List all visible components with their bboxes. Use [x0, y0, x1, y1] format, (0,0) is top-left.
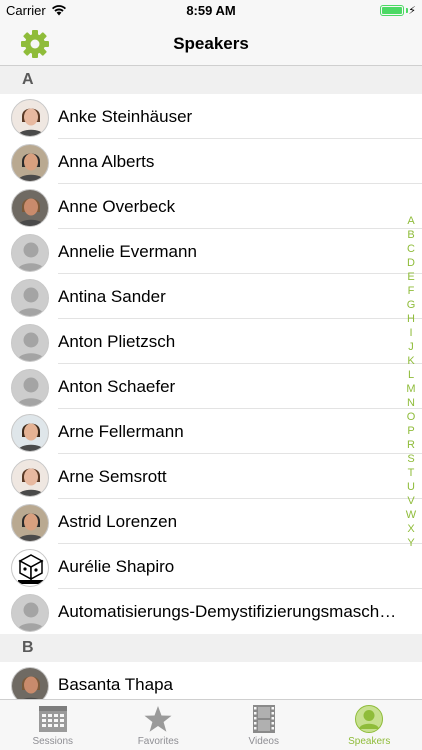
speaker-row[interactable]: Astrid Lorenzen	[0, 499, 422, 544]
avatar-placeholder-icon	[11, 234, 49, 272]
index-letter[interactable]: Y	[404, 536, 418, 550]
index-letter[interactable]: X	[404, 522, 418, 536]
speaker-name: Aurélie Shapiro	[58, 557, 175, 576]
speaker-name: Anna Alberts	[58, 152, 155, 171]
speaker-name: Anton Schaefer	[58, 377, 176, 396]
index-letter[interactable]: J	[404, 340, 418, 354]
speaker-row[interactable]: Automatisierungs-Demystifizierungsmaschi…	[0, 589, 422, 634]
index-letter[interactable]: B	[404, 228, 418, 242]
charging-icon: ⚡	[408, 5, 416, 17]
page-title: Speakers	[173, 34, 249, 53]
tab-speakers[interactable]: Speakers	[317, 700, 422, 750]
status-bar: Carrier 8:59 AM ⚡	[0, 0, 422, 22]
avatar	[11, 667, 49, 699]
speaker-row[interactable]: Anton Plietzsch	[0, 319, 422, 364]
tab-sessions[interactable]: Sessions	[0, 700, 106, 750]
speaker-name: Astrid Lorenzen	[58, 512, 178, 531]
index-letter[interactable]: C	[404, 242, 418, 256]
index-letter[interactable]: H	[404, 312, 418, 326]
calendar-icon	[38, 706, 67, 732]
avatar	[11, 99, 49, 137]
tab-bar: Sessions Favorites Videos Speakers	[0, 699, 422, 750]
avatar	[11, 144, 49, 182]
index-letter[interactable]: L	[404, 368, 418, 382]
index-letter[interactable]: M	[404, 382, 418, 396]
speaker-row[interactable]: Basanta Thapa	[0, 662, 422, 699]
speaker-name: Automatisierungs-Demystifizierungsmaschi…	[58, 602, 398, 621]
index-letter[interactable]: N	[404, 396, 418, 410]
section-index[interactable]: ABCDEFGHIJKLMNOPRSTUVWXY	[404, 214, 418, 550]
index-letter[interactable]: V	[404, 494, 418, 508]
speaker-row[interactable]: Antina Sander	[0, 274, 422, 319]
speaker-row[interactable]: Anne Overbeck	[0, 184, 422, 229]
speaker-name: Anke Steinhäuser	[58, 107, 193, 126]
index-letter[interactable]: O	[404, 410, 418, 424]
speaker-name: Arne Semsrott	[58, 467, 167, 486]
index-letter[interactable]: I	[404, 326, 418, 340]
avatar-placeholder-icon	[11, 369, 49, 407]
speaker-name: Anne Overbeck	[58, 197, 176, 216]
speaker-row[interactable]: Annelie Evermann	[0, 229, 422, 274]
speaker-name: Basanta Thapa	[58, 675, 173, 694]
tab-videos[interactable]: Videos	[211, 700, 317, 750]
index-letter[interactable]: P	[404, 424, 418, 438]
person-icon	[355, 705, 384, 733]
index-letter[interactable]: E	[404, 270, 418, 284]
battery-icon	[380, 5, 404, 16]
tab-favorites[interactable]: Favorites	[106, 700, 212, 750]
speaker-name: Arne Fellermann	[58, 422, 184, 441]
avatar-placeholder-icon	[11, 324, 49, 362]
tab-label: Sessions	[32, 736, 74, 747]
avatar-placeholder-icon	[11, 594, 49, 632]
index-letter[interactable]: D	[404, 256, 418, 270]
index-letter[interactable]: S	[404, 452, 418, 466]
index-letter[interactable]: F	[404, 284, 418, 298]
speaker-row[interactable]: Anna Alberts	[0, 139, 422, 184]
index-letter[interactable]: G	[404, 298, 418, 312]
avatar	[11, 459, 49, 497]
navigation-bar: Speakers	[0, 22, 422, 66]
film-icon	[252, 705, 275, 733]
section-header: A	[0, 66, 422, 94]
index-letter[interactable]: T	[404, 466, 418, 480]
speaker-name: Antina Sander	[58, 287, 166, 306]
speaker-row[interactable]: Arne Semsrott	[0, 454, 422, 499]
avatar-logo	[11, 549, 49, 587]
speaker-row[interactable]: Arne Fellermann	[0, 409, 422, 454]
avatar	[11, 414, 49, 452]
speaker-row[interactable]: Aurélie Shapiro	[0, 544, 422, 589]
tab-label: Videos	[248, 736, 279, 747]
avatar	[11, 189, 49, 227]
index-letter[interactable]: U	[404, 480, 418, 494]
speaker-row[interactable]: Anke Steinhäuser	[0, 94, 422, 139]
clock: 8:59 AM	[186, 3, 236, 18]
tab-label: Favorites	[137, 736, 179, 747]
avatar	[11, 504, 49, 542]
speaker-row[interactable]: Anton Schaefer	[0, 364, 422, 409]
index-letter[interactable]: R	[404, 438, 418, 452]
star-icon	[144, 706, 172, 732]
index-letter[interactable]: A	[404, 214, 418, 228]
speaker-name: Anton Plietzsch	[58, 332, 176, 351]
speaker-name: Annelie Evermann	[58, 242, 197, 261]
index-letter[interactable]: W	[404, 508, 418, 522]
tab-label: Speakers	[348, 736, 391, 747]
avatar-placeholder-icon	[11, 279, 49, 317]
section-header: B	[0, 634, 422, 662]
speaker-list[interactable]: A Anke Steinhäuser Anna Alberts Anne Overbe…	[0, 66, 422, 699]
index-letter[interactable]: K	[404, 354, 418, 368]
